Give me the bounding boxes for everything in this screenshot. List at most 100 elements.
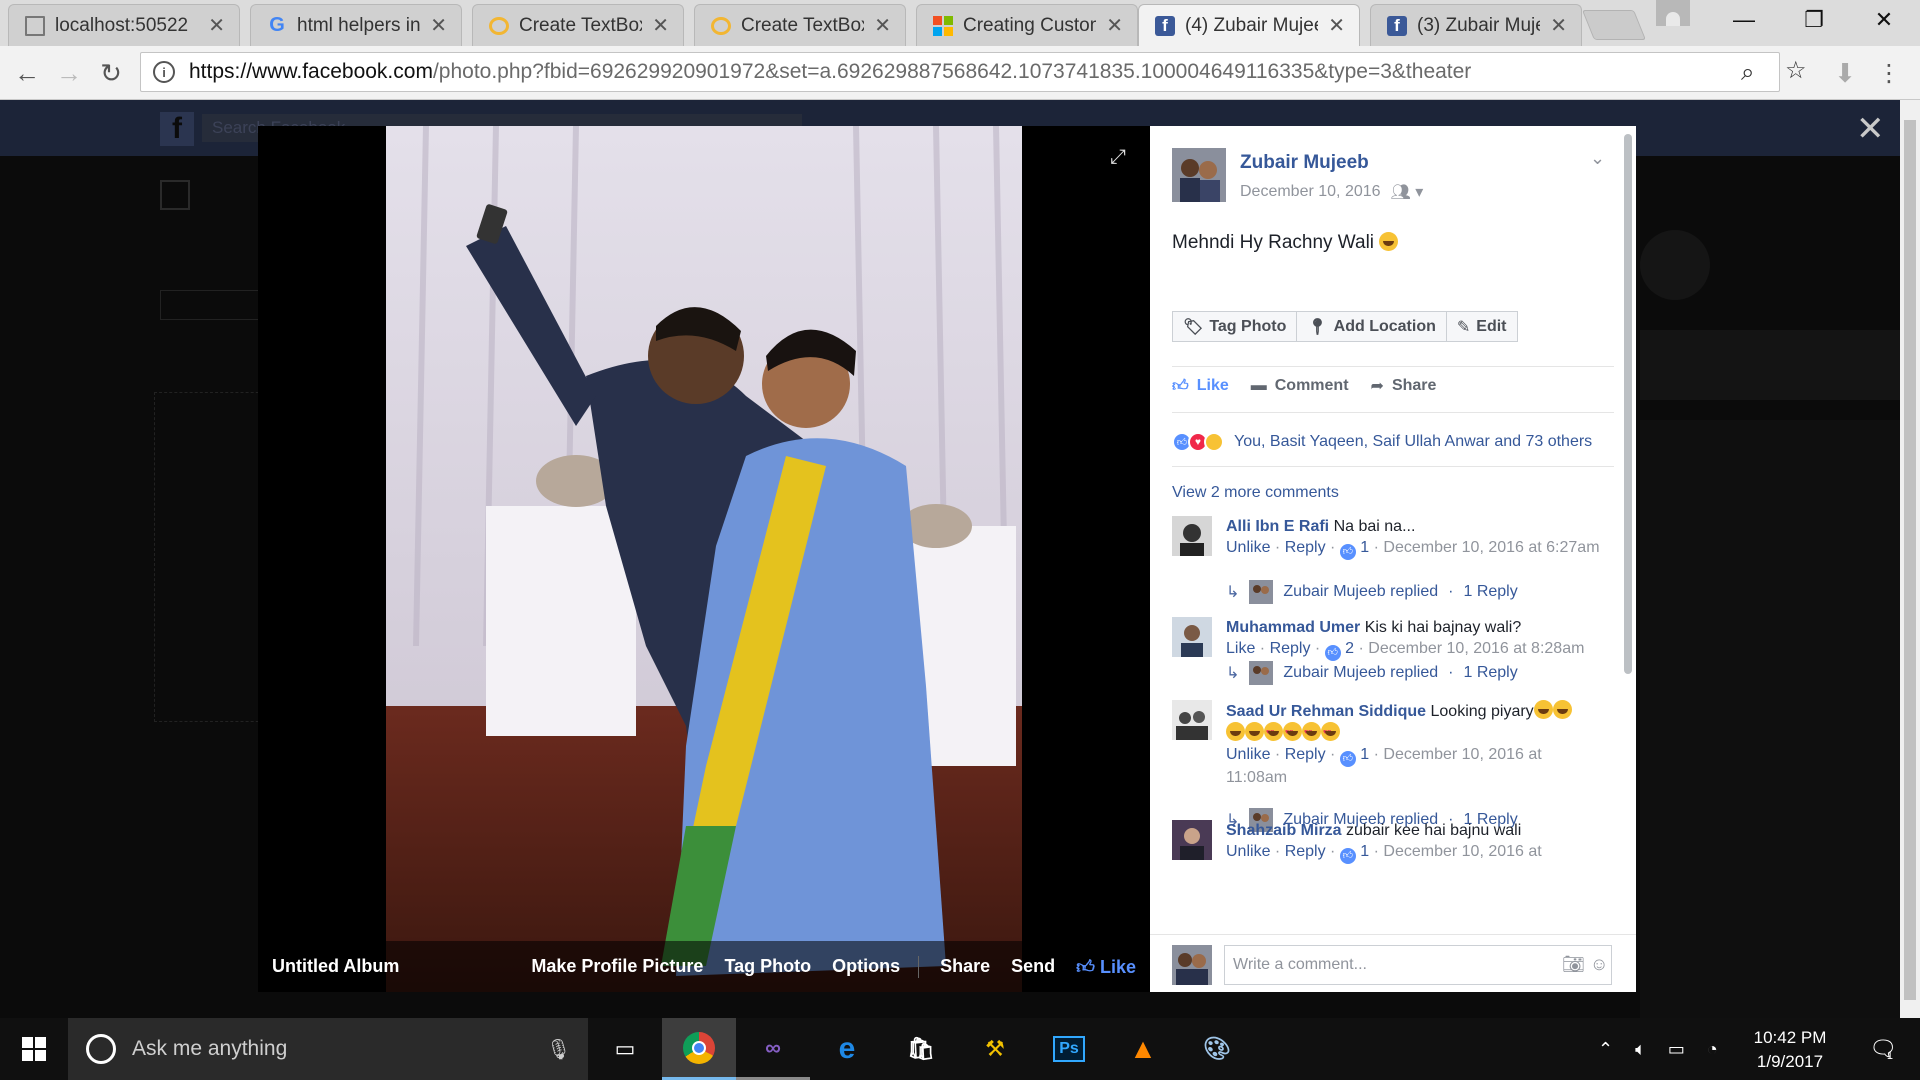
share-button[interactable]: Share (940, 956, 990, 977)
reload-icon[interactable]: ↻ (94, 56, 128, 90)
tag-photo-button[interactable]: Tag Photo (724, 956, 811, 977)
close-tab-icon[interactable]: ✕ (430, 13, 447, 38)
page-scrollbar[interactable] (1900, 100, 1920, 1018)
forward-icon[interactable]: → (52, 56, 86, 90)
photoshop-app-icon[interactable]: Ps (1032, 1018, 1106, 1080)
comment-like-link[interactable]: Unlike (1226, 746, 1270, 763)
edit-button[interactable]: ✎ Edit (1445, 311, 1518, 342)
comment-action[interactable]: ▬ Comment (1251, 376, 1349, 396)
commenter-name[interactable]: Alli Ibn E Rafi (1226, 518, 1329, 535)
view-more-comments-link[interactable]: View 2 more comments (1172, 484, 1339, 502)
visual-studio-app-icon[interactable]: ∞ (736, 1018, 810, 1080)
new-tab-button[interactable] (1581, 10, 1647, 40)
vlc-app-icon[interactable]: ▲ (1106, 1018, 1180, 1080)
close-tab-icon[interactable]: ✕ (1328, 13, 1345, 38)
like-action[interactable]: 👍︎ Like (1172, 376, 1229, 396)
make-profile-picture-button[interactable]: Make Profile Picture (531, 956, 703, 977)
battery-icon[interactable]: ▭ (1668, 1039, 1685, 1060)
replies-row[interactable]: ↳ Zubair Mujeeb replied · 1 Reply (1226, 580, 1518, 604)
browser-tab-active[interactable]: f (4) Zubair Mujee ✕ (1138, 4, 1360, 46)
close-tab-icon[interactable]: ✕ (1550, 13, 1567, 38)
cortana-search[interactable]: Ask me anything 🎙︎ (68, 1018, 588, 1080)
commenter-avatar[interactable] (1172, 820, 1212, 860)
wifi-icon[interactable]: ◔ (1707, 1039, 1718, 1060)
reactions-row[interactable]: 👍︎ ♥ You, Basit Yaqeen, Saif Ullah Anwar… (1172, 432, 1592, 452)
menu-icon[interactable]: ⋮ (1872, 56, 1906, 90)
address-url[interactable]: https://www.facebook.com/photo.php?fbid=… (189, 60, 1471, 84)
edge-app-icon[interactable]: e (810, 1018, 884, 1080)
close-tab-icon[interactable]: ✕ (874, 13, 891, 38)
browser-tab[interactable]: Create TextBox u ✕ (472, 4, 684, 46)
show-hidden-icons-icon[interactable]: ⌃ (1598, 1039, 1613, 1060)
post-author-name[interactable]: Zubair Mujeeb (1240, 152, 1369, 174)
album-link[interactable]: Untitled Album (272, 956, 510, 977)
commenter-avatar[interactable] (1172, 516, 1212, 556)
back-icon[interactable]: ← (10, 56, 44, 90)
paint-app-icon[interactable]: 🎨︎ (1180, 1018, 1254, 1080)
share-action[interactable]: ➦ Share (1371, 376, 1437, 396)
restore-icon[interactable]: ❐ (1786, 0, 1842, 40)
commenter-avatar[interactable] (1172, 617, 1212, 657)
comment-like-count[interactable]: 1 (1360, 843, 1369, 860)
store-app-icon[interactable]: 🛍︎ (884, 1018, 958, 1080)
profile-icon[interactable] (1656, 0, 1690, 26)
commenter-name[interactable]: Saad Ur Rehman Siddique (1226, 703, 1426, 720)
site-info-icon[interactable]: i (153, 61, 175, 83)
facebook-logo[interactable]: f (160, 112, 194, 146)
comment-like-count[interactable]: 2 (1345, 640, 1354, 657)
tools-app-icon[interactable]: ⚒ (958, 1018, 1032, 1080)
fullscreen-icon[interactable]: ⤢ (1110, 146, 1126, 169)
browser-tab[interactable]: Creating Custom ✕ (916, 4, 1138, 46)
author-avatar[interactable] (1172, 148, 1226, 202)
emoji-picker-icon[interactable]: ☺ (1590, 954, 1608, 975)
panel-scrollbar[interactable] (1624, 134, 1632, 674)
audience-friends-icon[interactable]: 👥︎ ▾ (1391, 182, 1424, 202)
tag-photo-panel-button[interactable]: 🏷︎ Tag Photo (1172, 311, 1298, 342)
comment-like-link[interactable]: Unlike (1226, 843, 1270, 860)
add-location-button[interactable]: 📍︎ Add Location (1296, 311, 1447, 342)
comment-like-link[interactable]: Unlike (1226, 539, 1270, 556)
chrome-app-icon[interactable] (662, 1018, 736, 1080)
comment-time[interactable]: December 10, 2016 at (1383, 843, 1541, 860)
post-options-chevron-icon[interactable]: ⌄ (1590, 148, 1605, 169)
commenter-name[interactable]: Muhammad Umer (1226, 619, 1360, 636)
comment-like-count[interactable]: 1 (1360, 539, 1369, 556)
browser-tab[interactable]: f (3) Zubair Mujee ✕ (1370, 4, 1582, 46)
camera-icon[interactable]: 📷︎ (1562, 954, 1585, 975)
action-center-icon[interactable]: 🗨︎ 1 (1856, 1018, 1906, 1080)
like-button[interactable]: 👍︎ Like (1076, 956, 1136, 978)
taskbar-clock[interactable]: 10:42 PM 1/9/2017 (1730, 1026, 1850, 1074)
comment-reply-link[interactable]: Reply (1285, 539, 1326, 556)
download-icon[interactable]: ⬇ (1828, 56, 1862, 90)
browser-tab[interactable]: G html helpers in m ✕ (250, 4, 462, 46)
comment-like-count[interactable]: 1 (1360, 746, 1369, 763)
volume-icon[interactable]: 🔈︎ (1635, 1039, 1646, 1060)
commenter-name[interactable]: Shahzaib Mirza (1226, 822, 1342, 839)
bookmark-star-icon[interactable]: ☆ (1785, 56, 1807, 85)
comment-time[interactable]: December 10, 2016 at 8:28am (1368, 640, 1584, 657)
commenter-avatar[interactable] (1172, 700, 1212, 740)
zoom-search-icon[interactable]: ⌕ (1741, 59, 1754, 87)
comment-reply-link[interactable]: Reply (1270, 640, 1311, 657)
scrollbar-thumb[interactable] (1904, 120, 1916, 1000)
comment-time[interactable]: December 10, 2016 at 6:27am (1383, 539, 1599, 556)
close-tab-icon[interactable]: ✕ (652, 13, 669, 38)
send-button[interactable]: Send (1011, 956, 1055, 977)
microphone-icon[interactable]: 🎙︎ (546, 1037, 571, 1062)
comment-like-link[interactable]: Like (1226, 640, 1255, 657)
close-window-icon[interactable]: ✕ (1856, 0, 1912, 40)
browser-tab[interactable]: Create TextBox u ✕ (694, 4, 906, 46)
post-date[interactable]: December 10, 2016 (1240, 183, 1381, 201)
options-button[interactable]: Options (832, 956, 900, 977)
minimize-icon[interactable]: — (1716, 0, 1772, 40)
close-theater-icon[interactable]: ✕ (1856, 112, 1885, 146)
task-view-icon[interactable]: ▭ (588, 1018, 662, 1080)
write-comment-input[interactable]: Write a comment... (1224, 945, 1612, 985)
start-button[interactable] (0, 1018, 68, 1080)
comment-time[interactable]: December 10, 2016 at 11:08am (1226, 746, 1542, 786)
browser-tab[interactable]: localhost:50522 ✕ (8, 4, 240, 46)
comment-reply-link[interactable]: Reply (1285, 843, 1326, 860)
close-tab-icon[interactable]: ✕ (208, 13, 225, 38)
close-tab-icon[interactable]: ✕ (1106, 13, 1123, 38)
address-bar[interactable]: i https://www.facebook.com/photo.php?fbi… (140, 52, 1807, 92)
